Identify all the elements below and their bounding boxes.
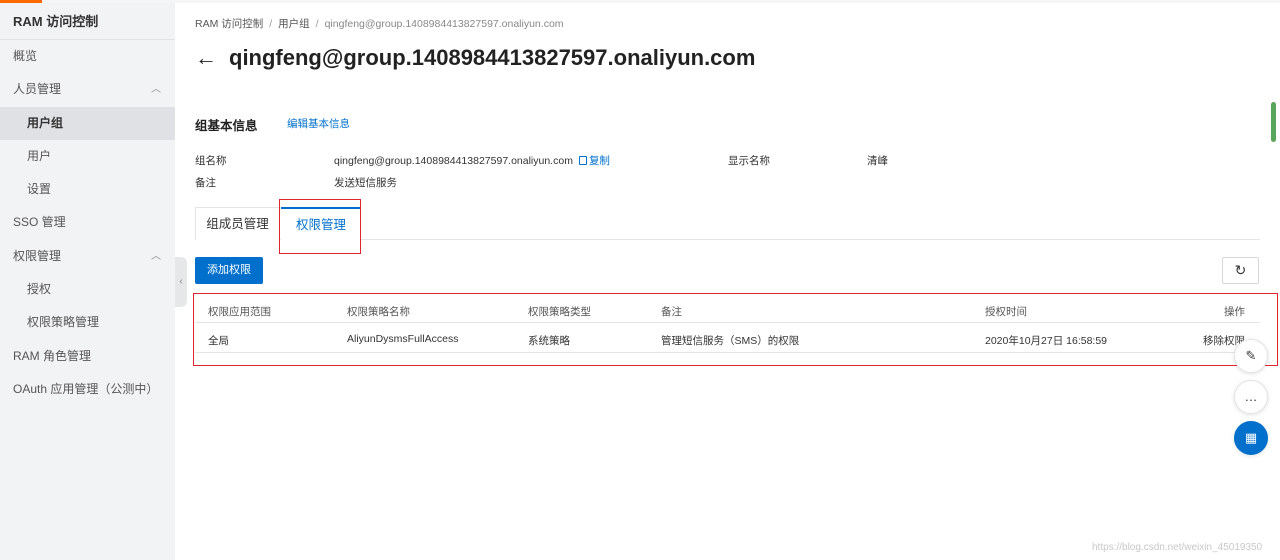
group-name-value-wrap: qingfeng@group.1408984413827597.onaliyun…: [334, 153, 610, 168]
copy-button[interactable]: 复制: [578, 155, 610, 167]
notes-float-button[interactable]: ✎: [1234, 339, 1268, 373]
sidebar-item-users[interactable]: 用户: [0, 140, 175, 173]
back-arrow-icon[interactable]: ←: [195, 45, 217, 71]
copy-icon: [578, 156, 587, 165]
sidebar-title: RAM 访问控制: [0, 3, 175, 40]
chevron-up-icon: ︿: [151, 84, 161, 96]
add-permission-button[interactable]: 添加权限: [195, 257, 263, 284]
display-name-label: 显示名称: [728, 155, 770, 167]
breadcrumb-home[interactable]: RAM 访问控制: [195, 18, 263, 30]
breadcrumb-separator: /: [315, 18, 319, 30]
breadcrumb-separator: /: [269, 18, 273, 30]
sidebar-item-label: 用户: [27, 148, 52, 163]
scrollbar-thumb[interactable]: [1271, 102, 1276, 142]
sidebar-item-label: 权限策略管理: [27, 315, 100, 330]
sidebar-item-oauth[interactable]: OAuth 应用管理（公测中）: [0, 373, 175, 406]
sidebar: RAM 访问控制 概览 人员管理 ︿ 用户组 用户 设置 SSO 管理 权限管理 ︿…: [0, 3, 175, 560]
main-content: RAM 访问控制 / 用户组 / qingfeng@group.140898441382…: [175, 3, 1280, 560]
remark-label: 备注: [195, 177, 216, 189]
sidebar-item-settings[interactable]: 设置: [0, 173, 175, 206]
edit-basic-info-link[interactable]: 编辑基本信息: [287, 116, 350, 131]
sidebar-item-grants[interactable]: 授权: [0, 273, 175, 306]
watermark: https://blog.csdn.net/weixin_45019350: [1092, 542, 1263, 553]
sidebar-item-overview[interactable]: 概览: [0, 40, 175, 73]
breadcrumb-groups[interactable]: 用户组: [278, 18, 310, 30]
sidebar-item-label: 人员管理: [13, 82, 62, 97]
sidebar-item-roles[interactable]: RAM 角色管理: [0, 340, 175, 373]
refresh-icon: ↻: [1234, 262, 1247, 278]
sidebar-item-sso[interactable]: SSO 管理: [0, 206, 175, 239]
chat-float-button[interactable]: …: [1234, 380, 1268, 414]
highlight-box-table: [193, 293, 1278, 366]
highlight-box-tab: [279, 199, 361, 254]
sidebar-item-groups[interactable]: 用户组: [0, 106, 175, 140]
breadcrumb: RAM 访问控制 / 用户组 / qingfeng@group.140898441382…: [195, 16, 564, 31]
sidebar-item-label: 概览: [13, 49, 38, 63]
sidebar-item-policies[interactable]: 权限策略管理: [0, 306, 175, 339]
display-name-value: 清峰: [867, 155, 888, 167]
sidebar-item-identities[interactable]: 人员管理 ︿: [0, 73, 175, 106]
chat-icon: …: [1244, 389, 1258, 404]
remark-value: 发送短信服务: [334, 177, 397, 189]
sidebar-item-label: 授权: [27, 282, 52, 297]
breadcrumb-current: qingfeng@group.1408984413827597.onaliyun…: [324, 18, 564, 30]
group-name-label: 组名称: [195, 155, 227, 167]
sidebar-item-permissions[interactable]: 权限管理 ︿: [0, 240, 175, 273]
sidebar-item-label: SSO 管理: [13, 215, 66, 230]
sidebar-item-label: 用户组: [27, 115, 64, 130]
notes-icon: ✎: [1245, 348, 1257, 363]
sidebar-item-label: 权限管理: [13, 248, 62, 263]
tab-members[interactable]: 组成员管理: [195, 207, 280, 240]
refresh-button[interactable]: ↻: [1222, 257, 1259, 284]
page-title: ← qingfeng@group.1408984413827597.onaliyu…: [195, 45, 755, 71]
group-name-value: qingfeng@group.1408984413827597.onaliyun…: [334, 155, 573, 167]
sidebar-item-label: OAuth 应用管理（公测中）: [13, 381, 159, 396]
apps-float-button[interactable]: ▦: [1234, 421, 1268, 455]
sidebar-item-label: RAM 角色管理: [13, 348, 92, 363]
copy-label: 复制: [588, 155, 610, 167]
chevron-up-icon: ︿: [151, 250, 161, 262]
apps-icon: ▦: [1244, 430, 1258, 445]
sidebar-item-label: 设置: [27, 182, 52, 197]
basic-info-heading: 组基本信息: [195, 119, 258, 133]
page-title-text: qingfeng@group.1408984413827597.onaliyun…: [229, 45, 756, 70]
